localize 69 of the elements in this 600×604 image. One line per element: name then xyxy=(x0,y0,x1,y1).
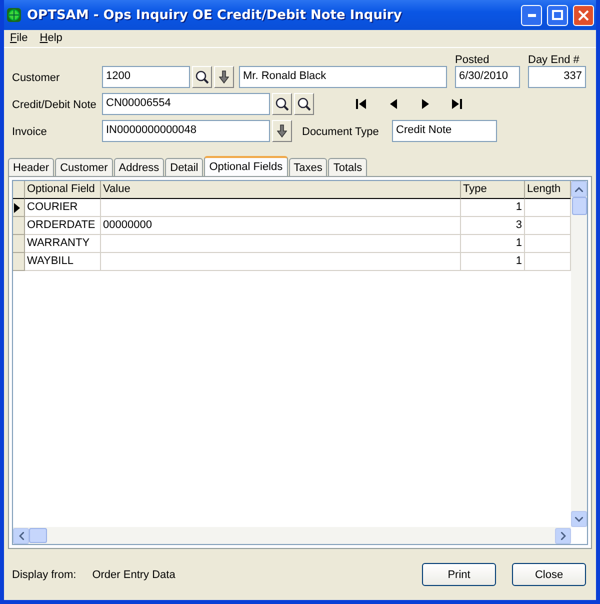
dropdown-button[interactable] xyxy=(214,66,234,88)
close-icon xyxy=(578,10,589,20)
maximize-icon xyxy=(552,10,563,20)
lookup-button[interactable] xyxy=(294,93,314,115)
customer-name-field[interactable]: Mr. Ronald Black xyxy=(239,66,447,88)
table-cell: 00000000 xyxy=(101,217,461,235)
field-label: Document Type xyxy=(302,126,380,140)
column-header[interactable]: Length xyxy=(525,181,571,199)
table-cell: WAYBILL xyxy=(25,253,101,271)
table-cell: 3 xyxy=(461,217,525,235)
row-header[interactable] xyxy=(13,199,25,217)
field-label: Posted xyxy=(455,54,490,66)
field-label: Day End # xyxy=(528,54,580,66)
table-cell: 1 xyxy=(461,235,525,253)
close-button[interactable] xyxy=(573,4,594,26)
tab[interactable]: Detail xyxy=(165,158,204,176)
tab[interactable]: Optional Fields xyxy=(204,156,288,176)
customer-field[interactable]: 1200 xyxy=(102,66,190,88)
lookup-button[interactable] xyxy=(192,66,212,88)
tab[interactable]: Header xyxy=(8,158,54,176)
minimize-button[interactable] xyxy=(521,4,542,26)
tab[interactable]: Taxes xyxy=(288,158,328,176)
invoice-field[interactable]: IN0000000000048 xyxy=(102,120,270,142)
scroll-down-icon xyxy=(575,516,583,522)
field-label: Credit/Debit Note xyxy=(12,99,98,113)
menu-item[interactable]: Help xyxy=(40,32,62,45)
window-title: OPTSAM - Ops Inquiry OE Credit/Debit Note Inquiry xyxy=(27,8,403,22)
tab[interactable]: Address xyxy=(114,158,164,176)
table-cell: COURIER xyxy=(25,199,101,217)
scroll-left-icon xyxy=(18,532,24,540)
scroll-thumb[interactable] xyxy=(29,528,47,543)
tab[interactable]: Totals xyxy=(328,158,368,176)
table-cell: 1 xyxy=(461,253,525,271)
column-header[interactable]: Value xyxy=(101,181,461,199)
table-cell: ORDERDATE xyxy=(25,217,101,235)
corner-header xyxy=(13,181,25,199)
table-cell: 1 xyxy=(461,199,525,217)
document-type-field[interactable]: Credit Note xyxy=(392,120,497,142)
search-icon xyxy=(297,97,311,111)
down-arrow-icon xyxy=(277,124,287,138)
footer-label: Display from: xyxy=(12,568,76,580)
field-label: Invoice xyxy=(12,126,48,140)
minimize-icon xyxy=(528,14,536,16)
day-end-field[interactable]: 337 xyxy=(528,66,586,88)
menu-item[interactable]: File xyxy=(10,32,28,45)
table-cell: WARRANTY xyxy=(25,235,101,253)
current-row-icon xyxy=(13,202,21,212)
globe-icon xyxy=(6,7,22,23)
vertical-scrollbar[interactable] xyxy=(571,181,587,527)
search-icon xyxy=(195,70,209,84)
action-button[interactable]: Close xyxy=(512,563,586,586)
action-button[interactable]: Print xyxy=(422,563,496,586)
last-record-icon xyxy=(450,97,464,111)
lookup-button[interactable] xyxy=(272,93,292,115)
scroll-thumb[interactable] xyxy=(572,197,586,215)
tab[interactable]: Customer xyxy=(55,158,113,176)
posted-field[interactable]: 6/30/2010 xyxy=(455,66,520,88)
data-source-text: Order Entry Data xyxy=(92,568,176,580)
search-icon xyxy=(275,97,289,111)
dropdown-button[interactable] xyxy=(272,120,292,142)
note-field[interactable]: CN00006554 xyxy=(102,93,270,115)
scroll-right-icon xyxy=(560,532,566,540)
scroll-up-icon xyxy=(575,186,583,192)
down-arrow-icon xyxy=(219,70,229,84)
maximize-button[interactable] xyxy=(547,4,568,26)
first-record-icon xyxy=(354,97,368,111)
field-label: Customer xyxy=(12,72,61,86)
column-header[interactable]: Type xyxy=(461,181,525,199)
column-header[interactable]: Optional Field xyxy=(25,181,101,199)
